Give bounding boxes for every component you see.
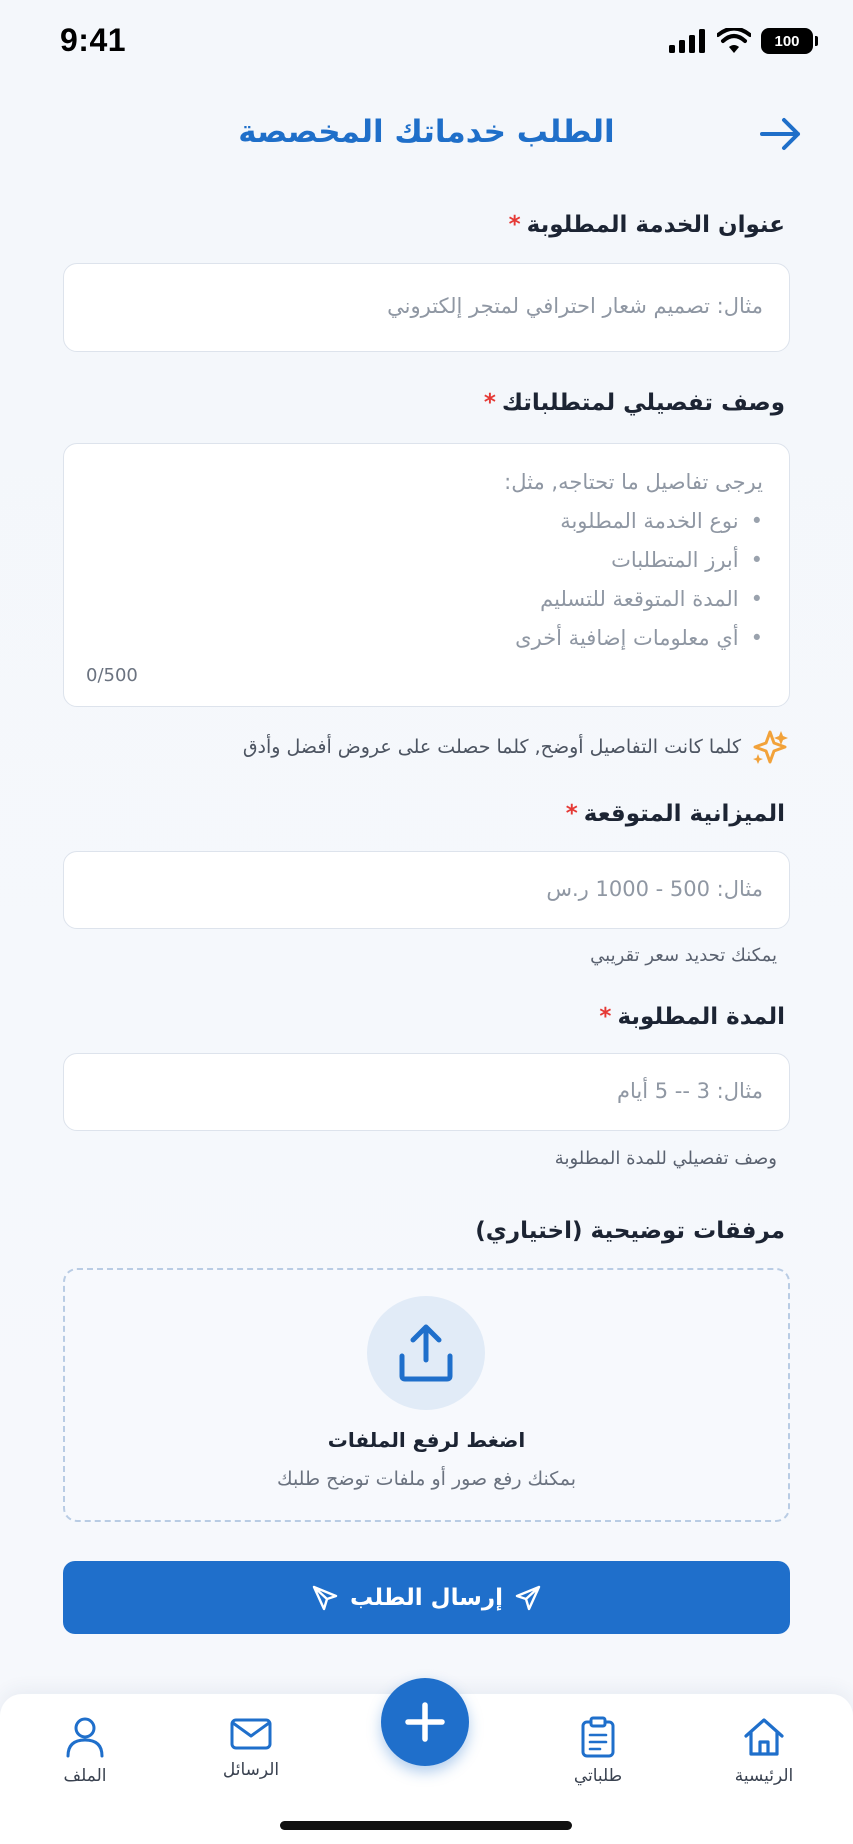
mail-icon (230, 1718, 272, 1750)
budget-label-text: الميزانية المتوقعة (583, 801, 785, 827)
page-title: الطلب خدماتك المخصصة (238, 114, 615, 150)
bullet: • (750, 509, 763, 533)
duration-helper: وصف تفصيلي للمدة المطلوبة (554, 1148, 777, 1169)
battery-level: 100 (774, 32, 800, 50)
description-placeholder-item-text: أي معلومات إضافية أخرى (515, 626, 739, 650)
status-icons: 100 (669, 28, 818, 54)
upload-icon (399, 1324, 453, 1382)
submit-request-button[interactable]: إرسال الطلب (63, 1561, 790, 1634)
nav-label-profile: الملف (63, 1766, 107, 1786)
status-time: 9:41 (60, 22, 127, 58)
cellular-signal-icon (669, 29, 705, 53)
upload-title: اضغط لرفع الملفات (327, 1428, 526, 1452)
upload-icon-circle (367, 1296, 485, 1410)
description-placeholder-item: • المدة المتوقعة للتسليم (540, 587, 763, 611)
duration-label: المدة المطلوبة* (599, 1004, 785, 1030)
service-title-label: عنوان الخدمة المطلوبة* (509, 212, 785, 238)
user-icon (66, 1717, 104, 1758)
description-placeholder-item: • نوع الخدمة المطلوبة (560, 509, 763, 533)
add-request-fab[interactable] (381, 1678, 469, 1766)
service-title-input[interactable]: مثال: تصميم شعار احترافي لمتجر إلكتروني (63, 263, 790, 352)
service-title-label-text: عنوان الخدمة المطلوبة (526, 212, 785, 238)
budget-helper: يمكنك تحديد سعر تقريبي (590, 945, 777, 966)
attachments-label: مرفقات توضيحية (اختياري) (475, 1218, 785, 1244)
send-icon (515, 1585, 541, 1610)
nav-item-messages[interactable]: الرسائل (191, 1704, 311, 1804)
bullet: • (750, 587, 763, 611)
clipboard-icon (581, 1716, 615, 1758)
file-upload-dropzone[interactable]: اضغط لرفع الملفات بمكنك رفع صور أو ملفات… (63, 1268, 790, 1522)
service-title-placeholder: مثال: تصميم شعار احترافي لمتجر إلكتروني (387, 294, 763, 318)
plus-icon (405, 1702, 445, 1742)
nav-item-profile[interactable]: الملف (25, 1704, 145, 1804)
nav-item-orders[interactable]: طلباتي (538, 1704, 658, 1804)
nav-item-home[interactable]: الرئيسية (704, 1704, 824, 1804)
tip-text: كلما كانت التفاصيل أوضح, كلما حصلت على ع… (242, 736, 741, 758)
back-button[interactable] (758, 114, 804, 154)
budget-input[interactable]: مثال: 500 - 1000 ر.س (63, 851, 790, 929)
status-bar: 9:41 100 (0, 0, 853, 86)
budget-label: الميزانية المتوقعة* (566, 801, 785, 827)
character-counter: 0/500 (86, 665, 138, 686)
tip-row: كلما كانت التفاصيل أوضح, كلما حصلت على ع… (243, 728, 789, 766)
home-icon (744, 1718, 784, 1756)
arrow-right-icon (760, 118, 800, 150)
description-textarea[interactable]: يرجى تفاصيل ما تحتاجه, مثل: • نوع الخدمة … (63, 443, 790, 707)
nav-label-home: الرئيسية (734, 1766, 794, 1786)
duration-input[interactable]: مثال: 3 -- 5 أيام (63, 1053, 790, 1131)
description-placeholder-intro: يرجى تفاصيل ما تحتاجه, مثل: (504, 470, 763, 494)
home-indicator (280, 1821, 572, 1830)
budget-placeholder: مثال: 500 - 1000 ر.س (546, 877, 763, 901)
wifi-icon (717, 28, 751, 53)
submit-label: إرسال الطلب (350, 1584, 504, 1611)
description-label-text: وصف تفصيلي لمتطلباتك (501, 390, 785, 416)
nav-label-messages: الرسائل (222, 1760, 280, 1780)
description-placeholder-item-text: نوع الخدمة المطلوبة (560, 509, 739, 533)
sparkle-icon (753, 730, 788, 764)
bullet: • (750, 548, 763, 572)
required-mark: * (565, 801, 578, 827)
upload-subtitle: بمكنك رفع صور أو ملفات توضح طلبك (276, 1468, 577, 1490)
required-mark: * (508, 212, 521, 238)
bullet: • (750, 626, 763, 650)
nav-label-orders: طلباتي (573, 1766, 623, 1786)
app-screen: 9:41 100 الطلب خدماتك المخصصة عنوان الخد… (0, 0, 853, 1844)
description-placeholder-item-text: المدة المتوقعة للتسليم (540, 587, 739, 611)
duration-placeholder: مثال: 3 -- 5 أيام (616, 1079, 763, 1103)
battery-icon: 100 (761, 28, 818, 54)
description-placeholder-item: • أبرز المتطلبات (611, 548, 763, 572)
required-mark: * (483, 390, 496, 416)
description-label: وصف تفصيلي لمتطلباتك* (484, 390, 785, 416)
description-placeholder-item: • أي معلومات إضافية أخرى (515, 626, 763, 650)
duration-label-text: المدة المطلوبة (617, 1004, 785, 1030)
description-placeholder-item-text: أبرز المتطلبات (611, 548, 739, 572)
send-icon (312, 1585, 338, 1610)
header: الطلب خدماتك المخصصة (0, 100, 853, 170)
required-mark: * (599, 1004, 612, 1030)
